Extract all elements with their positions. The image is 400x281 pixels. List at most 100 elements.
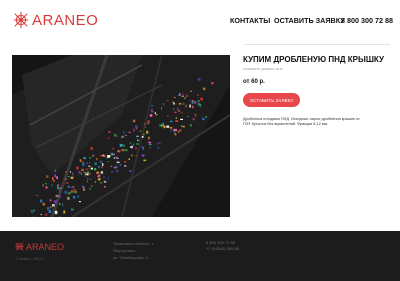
address-line: Ялуторовск, xyxy=(113,248,136,253)
plastic-chip xyxy=(178,94,181,96)
plastic-chip xyxy=(65,182,69,185)
plastic-chip xyxy=(45,186,48,189)
plastic-chip xyxy=(189,104,191,108)
plastic-chip xyxy=(108,131,111,133)
spider-logo-icon xyxy=(13,11,29,29)
plastic-chip xyxy=(130,145,133,149)
plastic-chip xyxy=(57,184,60,186)
footer-logo[interactable]: ARANEO xyxy=(14,241,64,252)
plastic-chip xyxy=(191,101,193,104)
plastic-chip xyxy=(174,128,177,132)
plastic-chip xyxy=(112,147,115,150)
plastic-chip xyxy=(30,209,34,213)
plastic-chip xyxy=(102,163,104,167)
plastic-chip xyxy=(79,159,81,162)
logo[interactable]: ARANEO xyxy=(12,11,98,29)
plastic-chip xyxy=(170,120,173,122)
plastic-chip xyxy=(169,127,173,129)
plastic-chip xyxy=(185,104,187,108)
price-unit-note: стоимость указана за кг xyxy=(243,67,283,71)
plastic-chip xyxy=(155,114,158,116)
plastic-chip xyxy=(178,102,182,105)
plastic-chip xyxy=(175,120,179,122)
plastic-chip xyxy=(175,117,177,119)
plastic-chip xyxy=(132,143,134,146)
plastic-chip xyxy=(182,93,184,95)
plastic-chip xyxy=(52,204,55,207)
plastic-chip xyxy=(69,171,71,173)
plastic-chip xyxy=(143,133,145,136)
plastic-chip xyxy=(91,185,93,188)
plastic-chip xyxy=(42,183,44,187)
plastic-chip xyxy=(174,133,177,136)
plastic-chip xyxy=(116,157,119,159)
plastic-chip xyxy=(67,185,71,188)
plastic-chip xyxy=(117,150,120,152)
plastic-chip xyxy=(74,191,77,194)
plastic-chip xyxy=(211,82,214,85)
plastic-chip xyxy=(98,166,100,168)
footer-phone-link[interactable]: +7 (34542) 369 88 xyxy=(206,246,239,251)
product-description: Дробленка отходами ПНД. Исходник: сырье … xyxy=(243,117,383,128)
plastic-chip xyxy=(93,154,95,157)
plastic-chip xyxy=(143,122,146,126)
plastic-chip xyxy=(172,101,175,104)
nav-request-link[interactable]: ОСТАВИТЬ ЗАЯВКУ xyxy=(274,16,345,25)
plastic-chip xyxy=(107,160,110,163)
plastic-chip xyxy=(88,165,91,167)
footer-copyright: © Araneo, 2021 г. xyxy=(16,257,44,261)
plastic-chip xyxy=(181,95,184,97)
plastic-chip xyxy=(48,210,51,213)
plastic-chip xyxy=(33,209,35,212)
plastic-chip xyxy=(63,210,66,214)
description-line: ПЭТ бутылок без вкраплений. Фракция 8-12… xyxy=(243,122,329,127)
plastic-chip xyxy=(182,125,185,128)
plastic-chip xyxy=(177,130,179,133)
plastic-chip xyxy=(72,195,76,199)
plastic-chip xyxy=(128,158,130,160)
plastic-chip xyxy=(116,161,120,164)
plastic-chip xyxy=(192,105,194,109)
plastic-chip xyxy=(52,177,54,181)
nav-contacts-link[interactable]: КОНТАКТЫ xyxy=(230,16,270,25)
plastic-chip xyxy=(77,195,79,198)
nav-phone-link[interactable]: 8 800 300 72 88 xyxy=(341,16,393,25)
plastic-chip xyxy=(148,136,150,140)
plastic-chip xyxy=(136,135,138,138)
plastic-chip xyxy=(114,133,117,137)
submit-request-button[interactable]: ОСТАВИТЬ ЗАЯВКУ xyxy=(243,93,300,107)
plastic-chip xyxy=(45,183,47,185)
product-photo xyxy=(12,55,230,217)
plastic-chip xyxy=(162,122,164,126)
plastic-chip xyxy=(59,203,61,205)
plastic-chip xyxy=(103,180,107,183)
plastic-chip xyxy=(151,108,153,112)
plastic-chip xyxy=(103,176,105,179)
plastic-chip xyxy=(121,148,125,152)
plastic-chip xyxy=(124,149,128,152)
plastic-chip xyxy=(97,177,101,181)
plastic-chip xyxy=(129,142,131,144)
plastic-chip xyxy=(107,176,109,180)
plastic-chip xyxy=(141,145,143,148)
plastic-chip xyxy=(178,109,181,112)
plastic-chip xyxy=(125,134,127,136)
plastic-chip xyxy=(59,190,61,193)
plastic-chip xyxy=(94,181,97,183)
plastic-chip xyxy=(135,155,137,156)
plastic-chip xyxy=(197,100,200,102)
plastic-chip xyxy=(86,180,88,182)
product-title: КУПИМ ДРОБЛЕНУЮ ПНД КРЫШКУ xyxy=(243,55,384,64)
plastic-chip xyxy=(94,162,97,166)
plastic-chip xyxy=(49,199,52,202)
plastic-chip xyxy=(67,176,70,178)
plastic-chip xyxy=(96,157,98,161)
footer-phone-link[interactable]: 8 800 300 72 88 xyxy=(206,240,235,245)
plastic-chip xyxy=(44,213,48,216)
plastic-chip xyxy=(176,107,179,111)
plastic-chip xyxy=(54,211,58,215)
plastic-chip xyxy=(65,171,67,174)
plastic-chip xyxy=(70,176,74,179)
plastic-chip xyxy=(58,195,61,198)
plastic-chip xyxy=(185,94,189,97)
